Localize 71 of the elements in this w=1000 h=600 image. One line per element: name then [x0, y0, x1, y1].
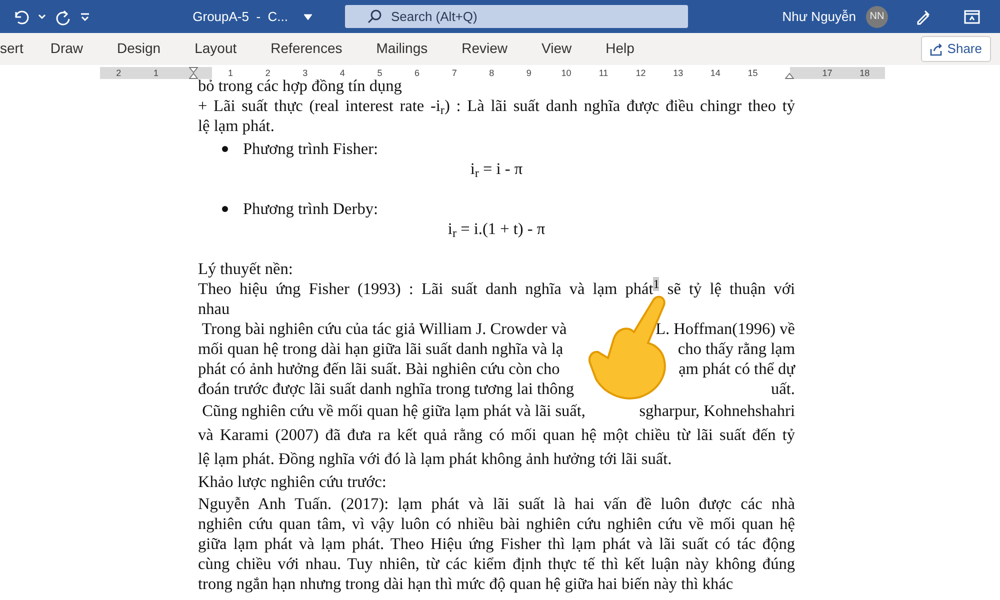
bullet-icon: [222, 146, 228, 152]
text-line: lệ lạm phát. Đồng nghĩa với đó là lạm phát không ảnh hưởng tới lãi suất.: [198, 448, 673, 470]
caret-icon[interactable]: [304, 14, 312, 20]
text-line: mối quan hệ trong dài hạn giữa lãi suất danh nghĩa và lạ: [198, 339, 564, 359]
ribbon-tab[interactable]: Layout: [194, 38, 237, 60]
formula: i$_{r}$ = i.(1 + t) - π: [446, 219, 546, 239]
text-line: cùng chiều với nhau. Tuy nhiên, từ các kiểm định thực tế thì kết luận này không đúng: [198, 554, 795, 574]
text-line: trong ngắn hạn nhưng trong dài hạn thì mức độ quan hệ giữa hai biến này thì khác: [198, 574, 734, 594]
text-line: bỏ trong các hợp đồng tín dụng: [198, 76, 403, 96]
indent-marker-icon[interactable]: [188, 66, 198, 78]
text-line: và Karami (2007) đã đưa ra kết quả rằng có mối quan hệ một chiều từ lãi suất đến tỷ: [198, 424, 795, 446]
ruler-number: 18: [858, 66, 871, 78]
ruler-number: 1: [212, 66, 250, 78]
ruler-number: 13: [659, 66, 697, 78]
text-line: nghiên cứu quan tâm, vì vậy luôn có nhiều bài nghiên cứu nghiên cứu về mối quan hệ: [198, 514, 795, 534]
text-line: Lý thuyết nền:: [198, 259, 294, 279]
ruler-number: 4: [324, 66, 362, 78]
text-line: cho thấy rằng lạm: [678, 339, 795, 359]
text-line: Phương trình Derby:: [243, 199, 378, 219]
text-line: nhau: [198, 299, 231, 319]
ruler-number: 10: [548, 66, 585, 78]
search-icon: [367, 8, 383, 24]
ribbon-tab[interactable]: Help: [606, 38, 634, 60]
ruler-number: 15: [734, 66, 772, 78]
ribbon-tab[interactable]: View: [542, 38, 572, 60]
text-line: sgharpur, Kohnehshahri: [639, 400, 795, 422]
text-line: phát có ảnh hưởng đến lãi suất. Bài nghiên cứu còn cho: [198, 359, 560, 379]
caret-icon[interactable]: [38, 14, 46, 20]
text-line: + Lãi suất thực (real interest rate -i$_{r}$) : Là lãi suất danh nghĩa được điều chingr theo tỷ: [198, 96, 795, 116]
text-line: L. Hoffman(1996) về: [656, 319, 795, 339]
redo-icon[interactable]: [54, 8, 72, 26]
share-icon[interactable]: [930, 42, 944, 56]
share-button[interactable]: Share: [921, 36, 991, 62]
ruler-number: 5: [361, 66, 398, 78]
text-line: Nguyễn Anh Tuấn. (2017): lạm phát và lãi suất là hai vấn đề luôn được các nhà: [198, 494, 795, 514]
text-line: Theo hiệu ứng Fisher (1993) : Lãi suất danh nghĩa và lạm phát$^{1}$ sẽ tỷ lệ thuận với: [198, 279, 795, 299]
ribbon-tab[interactable]: Draw: [50, 38, 84, 60]
ribbon-display-icon[interactable]: [964, 10, 980, 24]
customize-icon[interactable]: [80, 12, 90, 20]
formula: i$_{r}$ = i - π: [469, 159, 524, 179]
ruler-number: 12: [622, 66, 660, 78]
text-line: lệ lạm phát.: [198, 116, 276, 136]
ruler-number: 17: [821, 66, 834, 78]
ruler-number: 2: [115, 66, 122, 78]
text-line: uất.: [771, 379, 795, 399]
ruler-number: 7: [436, 66, 473, 78]
ruler-number: 14: [696, 66, 734, 78]
ruler-number: 1: [152, 66, 160, 78]
text-line: ạm phát có thể dự: [678, 359, 795, 379]
ribbon-tab[interactable]: sert: [0, 38, 24, 60]
ribbon-tab[interactable]: Design: [117, 38, 161, 60]
text-line: đoán trước được lãi suất danh nghĩa trong tương lai thông: [198, 379, 574, 399]
text-line: Cũng nghiên cứu về mối quan hệ giữa lạm phát và lãi suất,: [201, 400, 586, 422]
text-line: Khảo lược nghiên cứu trước:: [198, 472, 388, 492]
text-line: Trong bài nghiên cứu của tác giả William J. Crowder và: [200, 319, 567, 339]
ruler-number: 3: [286, 66, 324, 78]
user-name: Như Nguyễn: [782, 8, 856, 26]
ribbon-tab[interactable]: Review: [462, 38, 508, 60]
text-line: Phương trình Fisher:: [243, 139, 378, 159]
ruler-number: 6: [398, 66, 436, 78]
bullet-icon: [222, 206, 228, 212]
ribbon-tab[interactable]: References: [270, 38, 342, 60]
document-title[interactable]: GroupA-5 - C...: [192, 6, 288, 26]
ruler-number: 11: [584, 66, 622, 78]
ruler-number: 8: [472, 66, 510, 78]
search-field[interactable]: Search (Alt+Q): [345, 5, 688, 28]
ribbon-tab[interactable]: Mailings: [376, 38, 428, 60]
user-avatar[interactable]: NN: [866, 6, 888, 28]
text-line: giữa lạm phát và lạm phát. Theo Hiệu ứng Fisher thì lạm phát và lãi suất có tác động: [198, 534, 795, 554]
ruler-number: 9: [510, 66, 548, 78]
ruler-number: 2: [249, 66, 286, 78]
